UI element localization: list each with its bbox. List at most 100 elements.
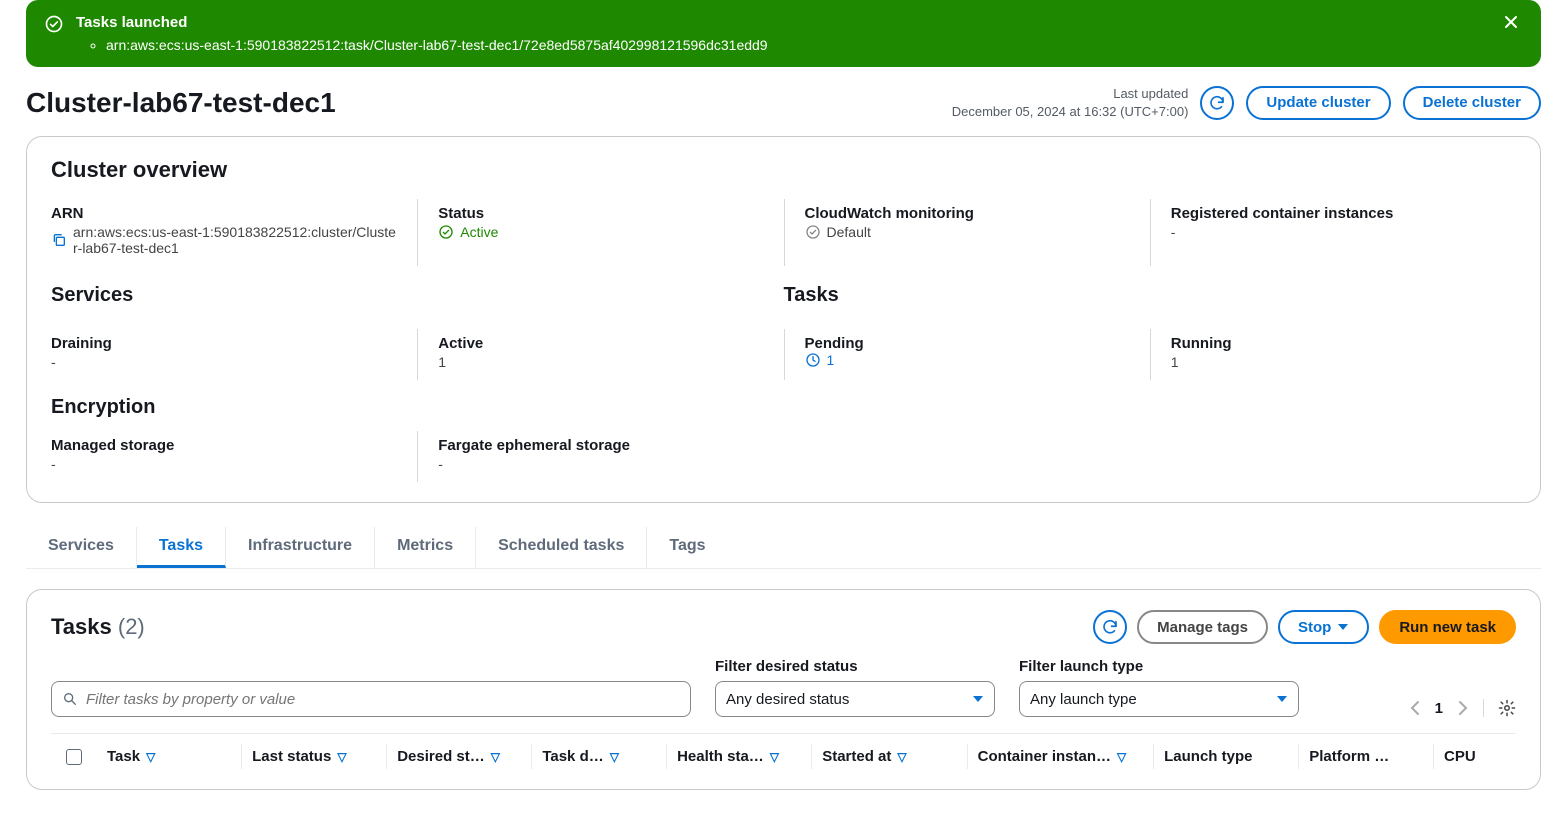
col-desired-status[interactable]: Desired st… ▽ [387,744,532,769]
col-started-at[interactable]: Started at ▽ [812,744,967,769]
draining-block: Draining - [51,329,417,380]
tasks-title-text: Tasks [51,614,112,639]
fargate-value: - [438,456,763,472]
overview-row-2: Draining - Active 1 Pending 1 Running 1 [51,329,1516,380]
fds-value: Any desired status [726,691,849,708]
chevron-down-icon [1337,621,1349,633]
success-banner: Tasks launched arn:aws:ecs:us-east-1:590… [26,0,1541,67]
chevron-right-icon [1457,700,1469,716]
prev-page-button[interactable] [1409,700,1421,716]
last-updated-value: December 05, 2024 at 16:32 (UTC+7:00) [952,103,1189,121]
col-health-status[interactable]: Health sta… ▽ [667,744,812,769]
tab-services[interactable]: Services [26,527,137,568]
select-all-cell [51,745,97,769]
tab-infrastructure[interactable]: Infrastructure [226,527,375,568]
tab-metrics[interactable]: Metrics [375,527,476,568]
pending-block: Pending 1 [784,329,1150,380]
filter-desired-status-dropdown[interactable]: Any desired status [715,681,995,717]
running-block: Running 1 [1150,329,1516,380]
col-platform[interactable]: Platform … [1299,744,1434,769]
search-col [51,681,691,717]
stop-button[interactable]: Stop [1278,610,1369,644]
cluster-overview-panel: Cluster overview ARN arn:aws:ecs:us-east… [26,136,1541,503]
next-page-button[interactable] [1457,700,1469,716]
sort-icon: ▽ [146,750,155,764]
arn-label: ARN [51,205,397,222]
run-new-task-button[interactable]: Run new task [1379,610,1516,644]
running-label: Running [1171,335,1496,352]
managed-block: Managed storage - [51,431,417,482]
tasks-count: (2) [118,614,145,639]
cw-value: Default [827,224,871,240]
update-cluster-button[interactable]: Update cluster [1246,86,1390,120]
col-launch-type[interactable]: Launch type [1154,744,1299,769]
filter-row: Filter desired status Any desired status… [51,658,1516,717]
check-circle-icon [805,224,821,240]
last-updated: Last updated December 05, 2024 at 16:32 … [952,85,1189,120]
pagination: 1 [1409,699,1516,717]
managed-value: - [51,456,397,472]
manage-tags-button[interactable]: Manage tags [1137,610,1268,644]
gear-icon [1498,699,1516,717]
search-input[interactable] [86,691,680,708]
pending-link[interactable]: 1 [805,352,1130,368]
sort-icon: ▽ [337,750,346,764]
arn-value: arn:aws:ecs:us-east-1:590183822512:clust… [73,224,397,256]
close-icon[interactable] [1499,14,1523,30]
tasks-title: Tasks (2) [51,614,145,640]
banner-title: Tasks launched [76,14,1487,31]
cw-block: CloudWatch monitoring Default [784,199,1150,266]
active-label: Active [438,335,763,352]
banner-arn: arn:aws:ecs:us-east-1:590183822512:task/… [106,37,1487,53]
col-task-def[interactable]: Task d… ▽ [532,744,667,769]
col-task[interactable]: Task ▽ [97,744,242,769]
delete-cluster-button[interactable]: Delete cluster [1403,86,1541,120]
settings-button[interactable] [1483,699,1516,717]
page-header: Cluster-lab67-test-dec1 Last updated Dec… [0,77,1567,136]
overview-row-1: ARN arn:aws:ecs:us-east-1:590183822512:c… [51,199,1516,266]
page-title: Cluster-lab67-test-dec1 [26,87,336,119]
overview-title: Cluster overview [51,157,1516,183]
refresh-icon [1208,94,1226,112]
select-all-checkbox[interactable] [66,749,82,765]
tab-tags[interactable]: Tags [647,527,727,568]
check-circle-icon [438,224,454,240]
tasks-refresh-button[interactable] [1093,610,1127,644]
tasks-panel: Tasks (2) Manage tags Stop Run new task [26,589,1541,790]
sort-icon: ▽ [491,750,500,764]
tasks-section: Tasks [784,278,1517,329]
empty-block [1150,431,1516,482]
status-block: Status Active [417,199,783,266]
services-section: Services [51,278,784,329]
search-wrap[interactable] [51,681,691,717]
managed-label: Managed storage [51,437,397,454]
fds-label: Filter desired status [715,658,995,675]
col-cpu[interactable]: CPU [1434,744,1516,769]
fargate-block: Fargate ephemeral storage - [417,431,783,482]
tab-scheduled-tasks[interactable]: Scheduled tasks [476,527,647,568]
refresh-button[interactable] [1200,86,1234,120]
col-last-status[interactable]: Last status ▽ [242,744,387,769]
active-value: 1 [438,354,763,370]
page-number: 1 [1435,700,1443,717]
col-container-instance[interactable]: Container instan… ▽ [968,744,1154,769]
pending-value: 1 [827,352,835,368]
encryption-section: Encryption [51,396,1516,419]
flt-label: Filter launch type [1019,658,1299,675]
check-circle-icon [44,14,64,34]
tab-tasks[interactable]: Tasks [137,527,226,568]
copy-icon[interactable] [51,232,67,248]
pending-label: Pending [805,335,1130,352]
sort-icon: ▽ [610,750,619,764]
filter-launch-type-dropdown[interactable]: Any launch type [1019,681,1299,717]
services-title: Services [51,284,764,307]
draining-label: Draining [51,335,397,352]
header-actions: Last updated December 05, 2024 at 16:32 … [952,85,1541,120]
tasks-table-head: Task ▽ Last status ▽ Desired st… ▽ Task … [51,733,1516,769]
cw-label: CloudWatch monitoring [805,205,1130,222]
tasks-title: Tasks [784,284,1497,307]
filter-launch-type-col: Filter launch type Any launch type [1019,658,1299,717]
chevron-down-icon [1276,693,1288,705]
sort-icon: ▽ [1117,750,1126,764]
arn-value-row: arn:aws:ecs:us-east-1:590183822512:clust… [51,224,397,256]
